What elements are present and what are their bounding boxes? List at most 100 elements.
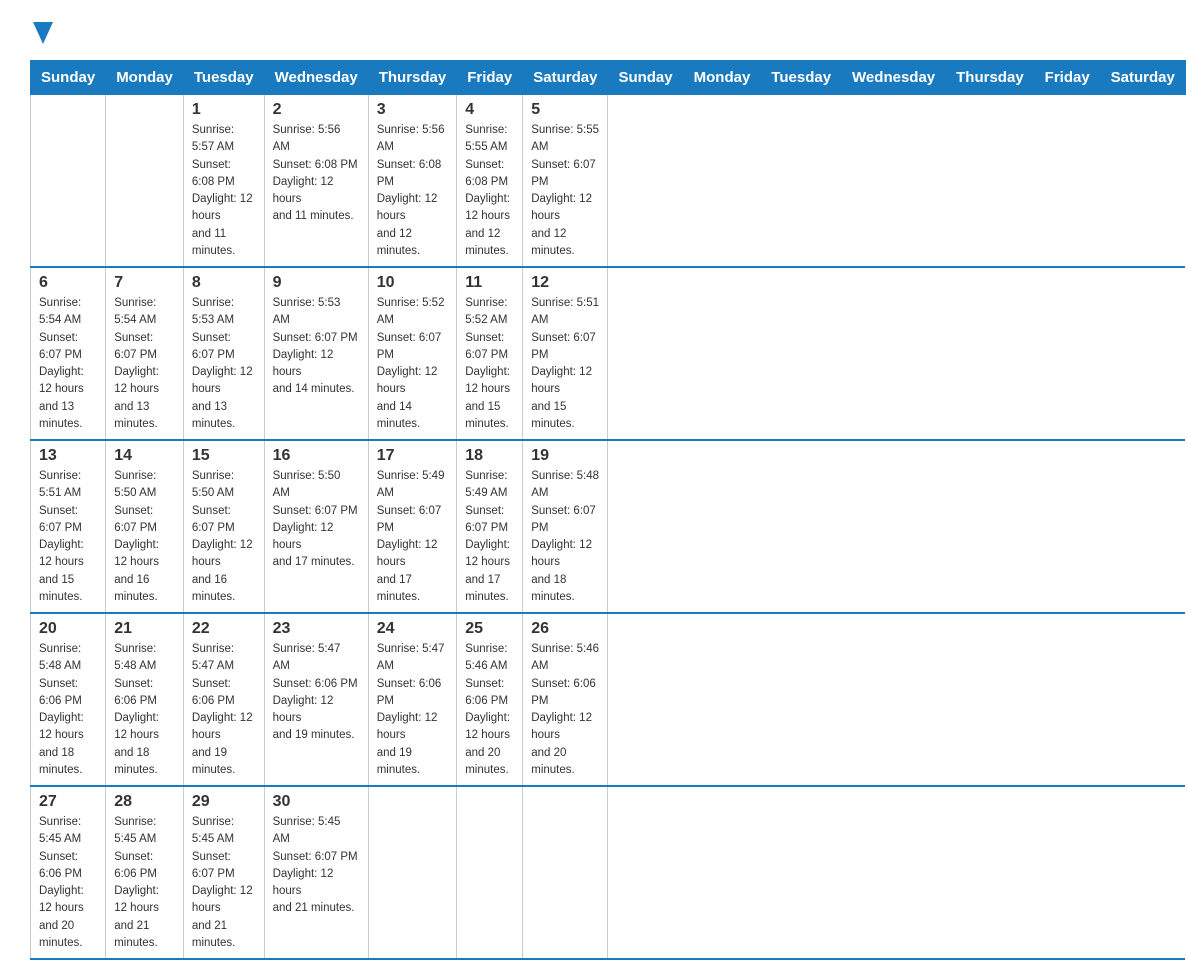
logo-triangle-icon <box>33 22 53 44</box>
header-day-monday: Monday <box>683 61 761 95</box>
header-cell-thursday: Thursday <box>368 61 457 95</box>
calendar-cell: 10 Sunrise: 5:52 AM Sunset: 6:07 PM Dayli… <box>368 267 457 440</box>
calendar-cell: 1 Sunrise: 5:57 AM Sunset: 6:08 PM Daylig… <box>183 95 264 268</box>
calendar-cell: 14 Sunrise: 5:50 AM Sunset: 6:07 PM Dayli… <box>106 440 184 613</box>
calendar-week-row: 6 Sunrise: 5:54 AM Sunset: 6:07 PM Daylig… <box>31 267 1186 440</box>
day-info: Sunrise: 5:53 AM Sunset: 6:07 PM Dayligh… <box>273 295 360 399</box>
calendar-cell: 29 Sunrise: 5:45 AM Sunset: 6:07 PM Dayli… <box>183 786 264 959</box>
day-number: 3 <box>377 101 449 119</box>
day-number: 23 <box>273 620 360 638</box>
day-number: 20 <box>39 620 97 638</box>
day-number: 26 <box>531 620 599 638</box>
calendar-cell: 20 Sunrise: 5:48 AM Sunset: 6:06 PM Dayli… <box>31 613 106 786</box>
day-number: 9 <box>273 274 360 292</box>
day-number: 17 <box>377 447 449 465</box>
day-number: 18 <box>465 447 514 465</box>
day-number: 25 <box>465 620 514 638</box>
day-info: Sunrise: 5:46 AM Sunset: 6:06 PM Dayligh… <box>465 641 514 779</box>
day-info: Sunrise: 5:45 AM Sunset: 6:06 PM Dayligh… <box>39 814 97 952</box>
calendar-cell: 25 Sunrise: 5:46 AM Sunset: 6:06 PM Dayli… <box>457 613 523 786</box>
day-info: Sunrise: 5:57 AM Sunset: 6:08 PM Dayligh… <box>192 122 256 260</box>
calendar-week-row: 1 Sunrise: 5:57 AM Sunset: 6:08 PM Daylig… <box>31 95 1186 268</box>
calendar-week-row: 20 Sunrise: 5:48 AM Sunset: 6:06 PM Dayli… <box>31 613 1186 786</box>
day-number: 22 <box>192 620 256 638</box>
calendar-cell: 28Sunrise: 5:45 AM Sunset: 6:06 PM Dayli… <box>106 786 184 959</box>
header-cell-friday: Friday <box>457 61 523 95</box>
calendar-table: SundayMondayTuesdayWednesdayThursdayFrid… <box>30 60 1186 960</box>
calendar-cell: 30 Sunrise: 5:45 AM Sunset: 6:07 PM Dayli… <box>264 786 368 959</box>
day-number: 19 <box>531 447 599 465</box>
calendar-cell: 3 Sunrise: 5:56 AM Sunset: 6:08 PM Daylig… <box>368 95 457 268</box>
day-number: 30 <box>273 793 360 811</box>
day-info: Sunrise: 5:50 AM Sunset: 6:07 PM Dayligh… <box>273 468 360 572</box>
calendar-cell: 19 Sunrise: 5:48 AM Sunset: 6:07 PM Dayli… <box>523 440 608 613</box>
day-number: 10 <box>377 274 449 292</box>
day-info: Sunrise: 5:51 AM Sunset: 6:07 PM Dayligh… <box>39 468 97 606</box>
day-number: 12 <box>531 274 599 292</box>
day-info: Sunrise: 5:54 AM Sunset: 6:07 PM Dayligh… <box>39 295 97 433</box>
calendar-cell <box>106 95 184 268</box>
header-cell-wednesday: Wednesday <box>264 61 368 95</box>
day-number: 7 <box>114 274 175 292</box>
day-number: 21 <box>114 620 175 638</box>
calendar-cell: 13 Sunrise: 5:51 AM Sunset: 6:07 PM Dayli… <box>31 440 106 613</box>
day-info: Sunrise: 5:52 AM Sunset: 6:07 PM Dayligh… <box>377 295 449 433</box>
day-number: 14 <box>114 447 175 465</box>
day-number: 1 <box>192 101 256 119</box>
calendar-cell: 22 Sunrise: 5:47 AM Sunset: 6:06 PM Dayli… <box>183 613 264 786</box>
calendar-cell: 17Sunrise: 5:49 AM Sunset: 6:07 PM Dayli… <box>368 440 457 613</box>
day-info: Sunrise: 5:46 AM Sunset: 6:06 PM Dayligh… <box>531 641 599 779</box>
day-info: Sunrise: 5:51 AM Sunset: 6:07 PM Dayligh… <box>531 295 599 433</box>
day-info: Sunrise: 5:56 AM Sunset: 6:08 PM Dayligh… <box>273 122 360 226</box>
calendar-cell: 7 Sunrise: 5:54 AM Sunset: 6:07 PM Daylig… <box>106 267 184 440</box>
day-info: Sunrise: 5:47 AM Sunset: 6:06 PM Dayligh… <box>273 641 360 745</box>
calendar-week-row: 27Sunrise: 5:45 AM Sunset: 6:06 PM Dayli… <box>31 786 1186 959</box>
day-info: Sunrise: 5:49 AM Sunset: 6:07 PM Dayligh… <box>465 468 514 606</box>
calendar-cell: 18 Sunrise: 5:49 AM Sunset: 6:07 PM Dayli… <box>457 440 523 613</box>
header-day-tuesday: Tuesday <box>761 61 842 95</box>
day-number: 6 <box>39 274 97 292</box>
day-number: 24 <box>377 620 449 638</box>
day-number: 13 <box>39 447 97 465</box>
calendar-cell: 9 Sunrise: 5:53 AM Sunset: 6:07 PM Daylig… <box>264 267 368 440</box>
day-number: 2 <box>273 101 360 119</box>
calendar-cell: 12 Sunrise: 5:51 AM Sunset: 6:07 PM Dayli… <box>523 267 608 440</box>
day-number: 5 <box>531 101 599 119</box>
calendar-cell: 21Sunrise: 5:48 AM Sunset: 6:06 PM Dayli… <box>106 613 184 786</box>
day-info: Sunrise: 5:50 AM Sunset: 6:07 PM Dayligh… <box>192 468 256 606</box>
header-day-saturday: Saturday <box>1100 61 1185 95</box>
day-info: Sunrise: 5:54 AM Sunset: 6:07 PM Dayligh… <box>114 295 175 433</box>
header-cell-monday: Monday <box>106 61 184 95</box>
day-info: Sunrise: 5:45 AM Sunset: 6:07 PM Dayligh… <box>273 814 360 918</box>
calendar-cell: 2 Sunrise: 5:56 AM Sunset: 6:08 PM Daylig… <box>264 95 368 268</box>
header-cell-sunday: Sunday <box>31 61 106 95</box>
calendar-week-row: 13 Sunrise: 5:51 AM Sunset: 6:07 PM Dayli… <box>31 440 1186 613</box>
day-info: Sunrise: 5:47 AM Sunset: 6:06 PM Dayligh… <box>192 641 256 779</box>
day-info: Sunrise: 5:56 AM Sunset: 6:08 PM Dayligh… <box>377 122 449 260</box>
day-number: 11 <box>465 274 514 292</box>
calendar-cell: 11 Sunrise: 5:52 AM Sunset: 6:07 PM Dayli… <box>457 267 523 440</box>
header-day-wednesday: Wednesday <box>842 61 946 95</box>
day-number: 8 <box>192 274 256 292</box>
header-day-sunday: Sunday <box>608 61 683 95</box>
day-info: Sunrise: 5:48 AM Sunset: 6:07 PM Dayligh… <box>531 468 599 606</box>
calendar-cell: 24 Sunrise: 5:47 AM Sunset: 6:06 PM Dayli… <box>368 613 457 786</box>
day-number: 15 <box>192 447 256 465</box>
header-cell-saturday: Saturday <box>523 61 608 95</box>
day-number: 29 <box>192 793 256 811</box>
day-info: Sunrise: 5:52 AM Sunset: 6:07 PM Dayligh… <box>465 295 514 433</box>
day-info: Sunrise: 5:55 AM Sunset: 6:08 PM Dayligh… <box>465 122 514 260</box>
page-header <box>30 20 1158 40</box>
day-info: Sunrise: 5:50 AM Sunset: 6:07 PM Dayligh… <box>114 468 175 606</box>
calendar-cell: 5 Sunrise: 5:55 AM Sunset: 6:07 PM Daylig… <box>523 95 608 268</box>
header-cell-tuesday: Tuesday <box>183 61 264 95</box>
day-number: 4 <box>465 101 514 119</box>
day-info: Sunrise: 5:47 AM Sunset: 6:06 PM Dayligh… <box>377 641 449 779</box>
day-info: Sunrise: 5:45 AM Sunset: 6:07 PM Dayligh… <box>192 814 256 952</box>
day-number: 28 <box>114 793 175 811</box>
day-info: Sunrise: 5:55 AM Sunset: 6:07 PM Dayligh… <box>531 122 599 260</box>
calendar-cell: 6 Sunrise: 5:54 AM Sunset: 6:07 PM Daylig… <box>31 267 106 440</box>
calendar-cell: 27Sunrise: 5:45 AM Sunset: 6:06 PM Dayli… <box>31 786 106 959</box>
day-info: Sunrise: 5:48 AM Sunset: 6:06 PM Dayligh… <box>39 641 97 779</box>
calendar-cell: 16Sunrise: 5:50 AM Sunset: 6:07 PM Dayli… <box>264 440 368 613</box>
